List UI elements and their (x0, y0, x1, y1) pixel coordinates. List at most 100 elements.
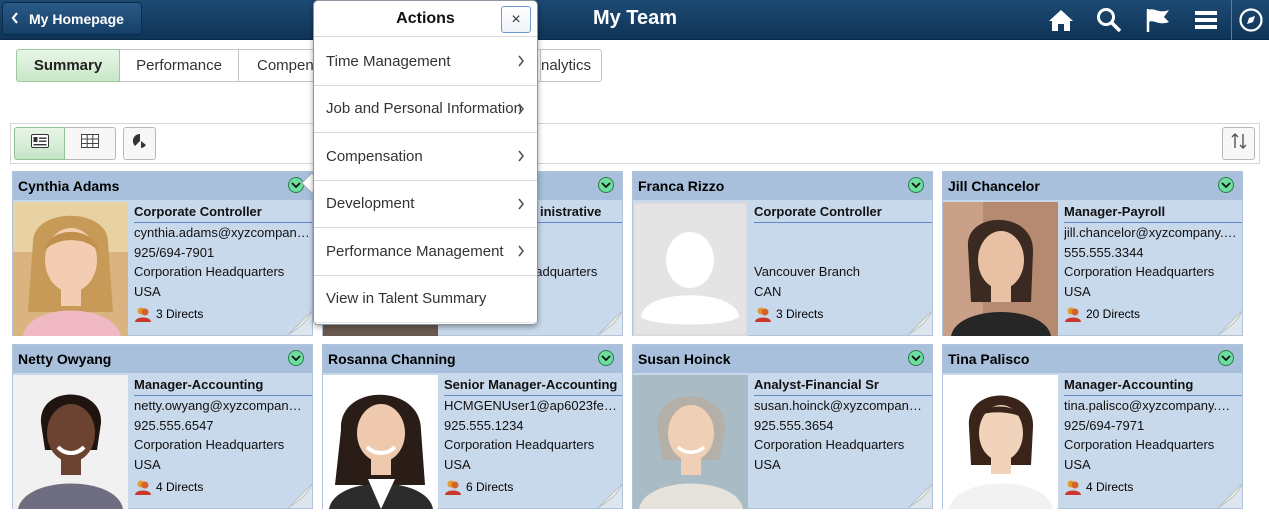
card-menu-chevron-icon[interactable] (1218, 350, 1234, 366)
email-link[interactable]: netty.owyang@xyzcompan… (134, 396, 312, 416)
compass-icon[interactable] (1231, 0, 1269, 40)
search-icon[interactable] (1095, 6, 1123, 34)
job-title: Senior Manager-Accounting (444, 375, 622, 396)
chevron-right-icon (518, 150, 525, 162)
tab-performance[interactable]: Performance (120, 49, 239, 82)
flag-icon[interactable] (1144, 6, 1172, 34)
job-title: Manager-Accounting (134, 375, 312, 396)
action-compensation[interactable]: Compensation (314, 133, 537, 181)
employee-details: Analyst-Financial Sr susan.hoinck@xyzcom… (754, 375, 932, 474)
tab-analytics[interactable]: nalytics (541, 49, 602, 82)
job-title: Corporate Controller (134, 202, 312, 223)
action-time-management[interactable]: Time Management (314, 38, 537, 86)
page-curl-icon[interactable] (288, 484, 312, 508)
directs-link[interactable]: 3 Directs (754, 306, 823, 322)
chevron-left-icon (11, 11, 19, 27)
page-curl-icon[interactable] (598, 311, 622, 335)
directs-count: 3 Directs (776, 307, 824, 321)
directs-count: 3 Directs (156, 307, 204, 321)
card-menu-chevron-icon[interactable] (908, 177, 924, 193)
close-button[interactable]: × (501, 6, 531, 33)
phone: 555.555.3344 (1064, 244, 1144, 260)
card-menu-chevron-icon[interactable] (288, 350, 304, 366)
grid-view-button[interactable] (65, 127, 116, 160)
directs-count: 4 Directs (156, 480, 204, 494)
my-homepage-button[interactable]: My Homepage (2, 2, 142, 35)
employee-name: Tina Palisco (943, 345, 1242, 373)
employee-details: Senior Manager-Accounting HCMGENUser1@ap… (444, 375, 622, 474)
employee-details: Manager-Payroll jill.chancelor@xyzcompan… (1064, 202, 1242, 301)
directs-link[interactable]: 4 Directs (134, 479, 203, 495)
email-link[interactable]: susan.hoinck@xyzcompan… (754, 396, 932, 416)
employee-card[interactable]: Susan Hoinck Analyst-Financial Sr susan.… (632, 344, 933, 509)
employee-photo (943, 375, 1058, 509)
country: USA (1064, 456, 1091, 472)
page-title: My Team (592, 7, 678, 29)
email-link[interactable]: jill.chancelor@xyzcompany.… (1064, 223, 1242, 243)
employee-details: Manager-Accounting tina.palisco@xyzcompa… (1064, 375, 1242, 474)
page-curl-icon[interactable] (288, 311, 312, 335)
location: Corporation Headquarters (444, 437, 595, 452)
top-banner: My Homepage My Team (0, 0, 1269, 40)
employee-card[interactable]: Tina Palisco Manager-Accounting tina.pal… (942, 344, 1243, 509)
action-label: Performance Management (326, 242, 504, 260)
country: USA (444, 456, 471, 472)
country: USA (134, 456, 161, 472)
sort-button[interactable] (1222, 127, 1255, 160)
menu-icon[interactable] (1192, 6, 1220, 34)
action-label: Development (326, 195, 415, 213)
directs-link[interactable]: 3 Directs (134, 306, 203, 322)
employee-card[interactable]: Jill Chancelor Manager-Payroll jill.chan… (942, 171, 1243, 336)
page-curl-icon[interactable] (908, 484, 932, 508)
directs-link[interactable]: 20 Directs (1064, 306, 1140, 322)
chevron-right-icon (518, 55, 525, 67)
employee-photo (323, 375, 438, 509)
action-development[interactable]: Development (314, 181, 537, 228)
email-link[interactable] (754, 223, 932, 243)
action-performance-management[interactable]: Performance Management (314, 228, 537, 276)
phone: 925.555.3654 (754, 417, 834, 433)
tab-compensation[interactable]: Compen (239, 49, 319, 82)
card-menu-chevron-icon[interactable] (598, 177, 614, 193)
home-icon[interactable] (1047, 6, 1075, 34)
employee-photo (943, 202, 1058, 336)
location: Corporation Headquarters (134, 264, 285, 279)
page-curl-icon[interactable] (1218, 484, 1242, 508)
employee-name: Franca Rizzo (633, 172, 932, 200)
email-link[interactable]: tina.palisco@xyzcompany.… (1064, 396, 1242, 416)
card-menu-chevron-icon[interactable] (598, 350, 614, 366)
page-curl-icon[interactable] (598, 484, 622, 508)
page-curl-icon[interactable] (1218, 311, 1242, 335)
card-menu-chevron-icon[interactable] (1218, 177, 1234, 193)
card-menu-chevron-icon[interactable] (288, 177, 304, 193)
directs-link[interactable]: 6 Directs (444, 479, 513, 495)
sort-icon (1231, 132, 1247, 155)
employee-card[interactable]: Franca Rizzo Corporate Controller Vancou… (632, 171, 933, 336)
employee-card[interactable]: Netty Owyang Manager-Accounting netty.ow… (12, 344, 313, 509)
card-view-button[interactable] (14, 127, 65, 160)
page-curl-icon[interactable] (908, 311, 932, 335)
email-link[interactable]: cynthia.adams@xyzcompan… (134, 223, 312, 243)
phone: 925.555.6547 (134, 417, 214, 433)
email-link[interactable]: HCMGENUser1@ap6023fe… (444, 396, 622, 416)
tab-summary[interactable]: Summary (16, 49, 120, 82)
employee-name: Rosanna Channing (323, 345, 622, 373)
close-icon: × (511, 10, 521, 28)
location: Corporation Headquarters (754, 437, 905, 452)
action-view-talent-summary[interactable]: View in Talent Summary (314, 276, 537, 323)
action-job-personal-info[interactable]: Job and Personal Information (314, 86, 537, 133)
view-toolbar (10, 123, 1260, 164)
chart-button[interactable] (123, 127, 156, 160)
actions-popup: Actions × Time Management Job and Person… (313, 0, 538, 325)
employee-card[interactable]: Rosanna Channing Senior Manager-Accounti… (322, 344, 623, 509)
country: USA (754, 456, 781, 472)
people-icon (135, 480, 151, 495)
grid-view-icon (81, 134, 99, 153)
people-icon (445, 480, 461, 495)
card-menu-chevron-icon[interactable] (908, 350, 924, 366)
country: USA (1064, 283, 1091, 299)
employee-card[interactable]: Cynthia Adams Corporate Controller cynth… (12, 171, 313, 336)
country: CAN (754, 283, 782, 299)
directs-link[interactable]: 4 Directs (1064, 479, 1133, 495)
phone: 925/694-7971 (1064, 417, 1145, 433)
